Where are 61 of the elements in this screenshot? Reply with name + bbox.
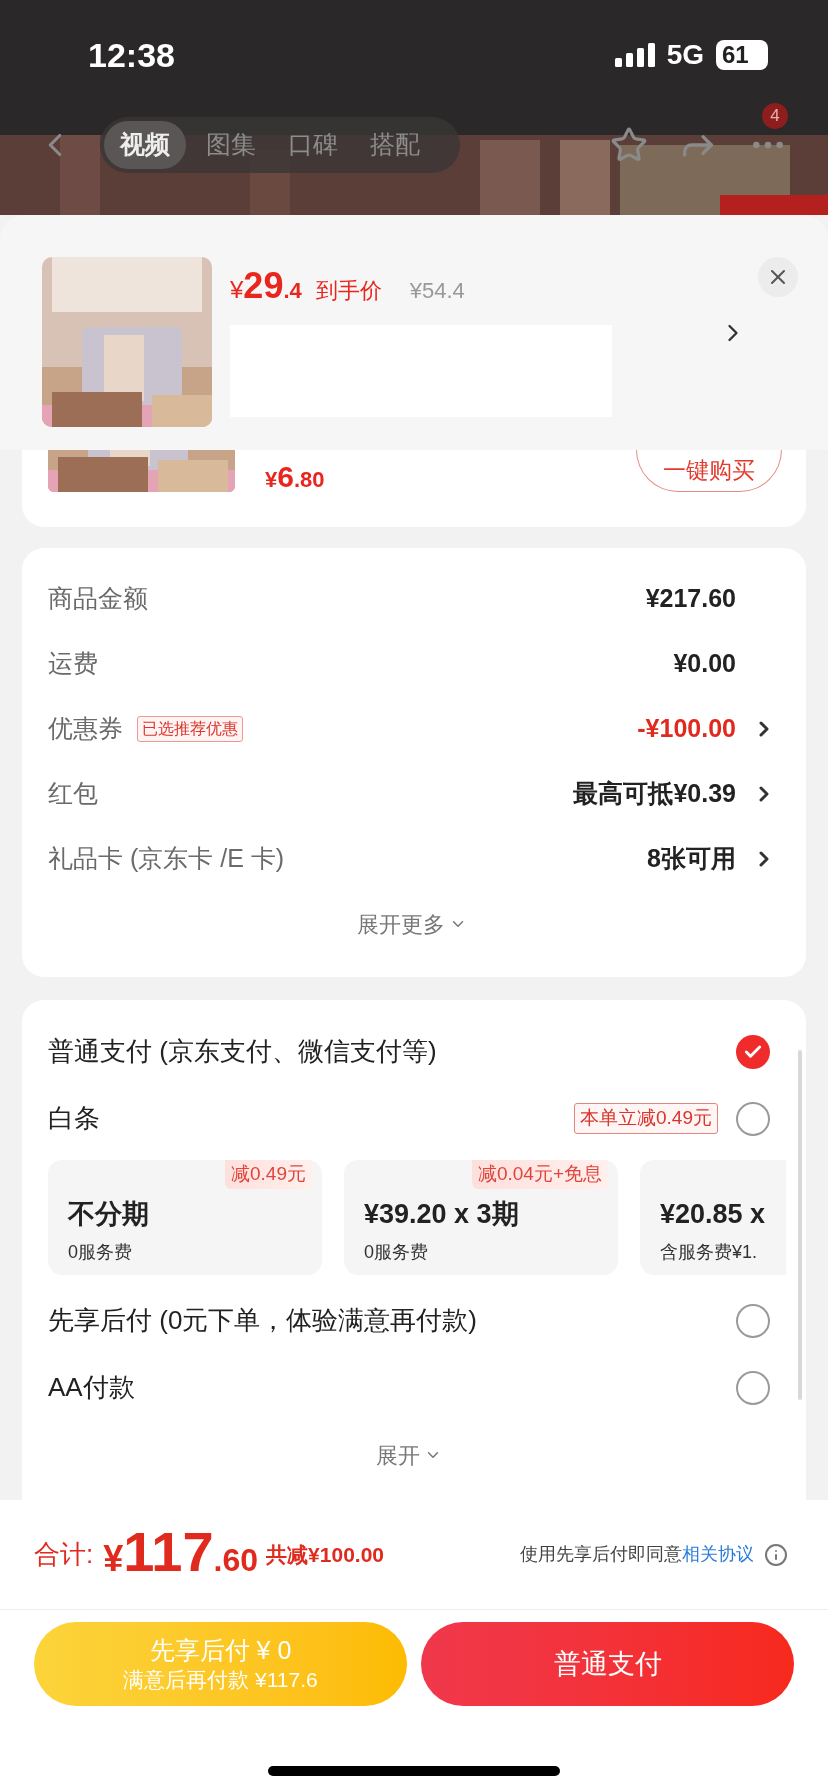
plan-title: ¥39.20 x 3期 — [364, 1198, 520, 1231]
star-icon[interactable] — [610, 126, 648, 164]
payment-option-label[interactable]: AA付款 — [48, 1368, 135, 1407]
selected-radio[interactable] — [736, 1034, 770, 1069]
summary-value[interactable]: 8张可用 — [647, 839, 736, 878]
summary-label: 商品金额 — [48, 582, 148, 614]
media-tab[interactable]: 图集 — [190, 121, 272, 169]
media-tab[interactable]: 口碑 — [272, 121, 354, 169]
price-label: 到手价 — [315, 277, 382, 305]
plan-note: 0服务费 — [364, 1240, 429, 1264]
plan-badge: 减0.49元 — [225, 1160, 312, 1189]
plan-title: ¥20.85 x — [660, 1198, 767, 1231]
summary-value[interactable]: -¥100.00 — [637, 709, 736, 748]
info-icon[interactable] — [764, 1542, 788, 1567]
plan-note: 含服务费¥1. — [660, 1240, 759, 1264]
plan-title: 不分期 — [68, 1198, 150, 1231]
pay-button[interactable]: 普通支付 — [421, 1622, 794, 1706]
price-symbol: ¥ — [230, 276, 244, 305]
battery-indicator: 61 — [716, 40, 768, 70]
total-decimal: .60 — [213, 1540, 259, 1580]
installment-plan[interactable]: 减0.04元+免息 ¥39.20 x 3期 0服务费 — [344, 1160, 618, 1275]
agreement-text: 使用先享后付即同意 — [520, 1543, 682, 1566]
summary-value: ¥217.60 — [645, 582, 736, 614]
price-decimal: .80 — [293, 466, 325, 494]
payment-option-label[interactable]: 先享后付 (0元下单，体验满意再付款) — [48, 1301, 477, 1340]
summary-value: ¥0.00 — [673, 647, 736, 679]
radio-button[interactable] — [736, 1101, 770, 1136]
radio-button[interactable] — [736, 1303, 770, 1338]
total-label: 合计: — [34, 1538, 94, 1571]
summary-label: 运费 — [48, 647, 98, 679]
summary-value[interactable]: 最高可抵¥0.39 — [573, 774, 736, 813]
installment-plan[interactable]: 减0.49元 不分期 0服务费 — [48, 1160, 322, 1275]
agreement-link[interactable]: 相关协议 — [682, 1541, 754, 1568]
summary-label: 红包 — [48, 777, 98, 809]
total-symbol: ¥ — [103, 1537, 124, 1581]
price-decimal: .4 — [283, 278, 302, 305]
media-tab[interactable]: 视频 — [104, 121, 186, 169]
price-integer: 29 — [243, 264, 284, 308]
original-price: ¥54.4 — [409, 277, 465, 305]
signal-icon — [614, 43, 655, 67]
price-integer: 6 — [277, 459, 294, 495]
status-time: 12:38 — [88, 34, 175, 76]
total-integer: 117 — [123, 1523, 214, 1580]
radio-button[interactable] — [736, 1370, 770, 1405]
plan-badge: 减0.04元+免息 — [471, 1160, 608, 1189]
price-symbol: ¥ — [265, 466, 278, 494]
expand-more-link[interactable]: 展开更多 — [357, 907, 445, 941]
coupon-tag: 已选推荐优惠 — [137, 715, 243, 742]
summary-label: 优惠券 — [48, 712, 123, 744]
network-label: 5G — [666, 38, 704, 72]
total-saved: 共减¥100.00 — [266, 1541, 384, 1568]
plan-note: 0服务费 — [68, 1240, 133, 1264]
notification-badge: 4 — [762, 103, 788, 129]
expand-link[interactable]: 展开 — [376, 1438, 420, 1472]
close-button[interactable] — [758, 257, 798, 297]
payment-option-label[interactable]: 白条 — [48, 1099, 100, 1138]
payment-option-label[interactable]: 普通支付 (京东支付、微信支付等) — [48, 1032, 437, 1071]
summary-label: 礼品卡 (京东卡 /E 卡) — [48, 842, 285, 874]
installment-plan[interactable]: ¥20.85 x 含服务费¥1. — [640, 1160, 786, 1275]
media-tab[interactable]: 搭配 — [354, 121, 436, 169]
discount-tag: 本单立减0.49元 — [574, 1103, 718, 1134]
